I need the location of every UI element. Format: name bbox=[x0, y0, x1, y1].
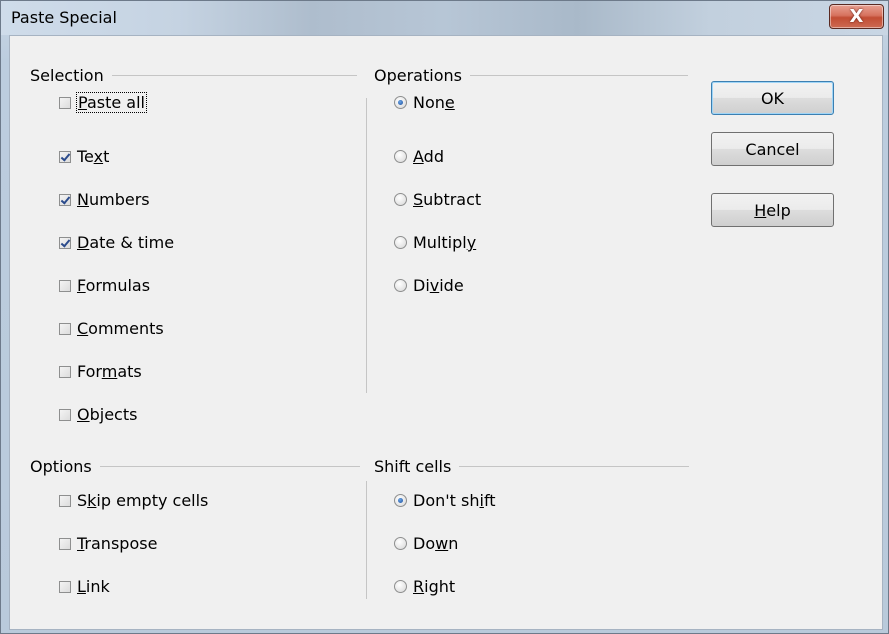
checkbox-label: Paste all bbox=[76, 92, 147, 113]
selection-divider bbox=[111, 75, 357, 76]
radio-button[interactable] bbox=[394, 193, 407, 206]
radio-label: Subtract bbox=[413, 190, 482, 209]
checkbox-formats[interactable]: Formats bbox=[59, 362, 142, 381]
radio-button[interactable] bbox=[394, 537, 407, 550]
checkbox-link[interactable]: Link bbox=[59, 577, 110, 596]
checkbox-box[interactable] bbox=[59, 96, 71, 109]
options-divider bbox=[99, 466, 360, 467]
checkbox-box[interactable] bbox=[59, 494, 71, 507]
radio-label: Add bbox=[413, 147, 444, 166]
checkbox-transpose[interactable]: Transpose bbox=[59, 534, 157, 553]
checkbox-date-time[interactable]: Date & time bbox=[59, 233, 174, 252]
shift-cells-title: Shift cells bbox=[374, 457, 452, 476]
ok-button[interactable]: OK bbox=[711, 81, 834, 115]
window-title: Paste Special bbox=[11, 8, 117, 27]
radio-label: Divide bbox=[413, 276, 464, 295]
radio-right[interactable]: Right bbox=[394, 577, 455, 596]
radio-button[interactable] bbox=[394, 150, 407, 163]
operations-divider bbox=[469, 75, 688, 76]
column-separator-lower bbox=[366, 481, 367, 599]
radio-multiply[interactable]: Multiply bbox=[394, 233, 476, 252]
radio-button[interactable] bbox=[394, 279, 407, 292]
radio-button[interactable] bbox=[394, 236, 407, 249]
help-button-label: Help bbox=[754, 200, 791, 220]
column-separator bbox=[366, 98, 367, 393]
checkbox-label: Link bbox=[77, 577, 110, 596]
dialog-content: Selection Paste all Text Numbers Date & … bbox=[9, 35, 883, 630]
radio-button[interactable] bbox=[394, 96, 407, 109]
help-button[interactable]: Help bbox=[711, 193, 834, 227]
checkbox-text[interactable]: Text bbox=[59, 147, 109, 166]
checkbox-numbers[interactable]: Numbers bbox=[59, 190, 150, 209]
radio-subtract[interactable]: Subtract bbox=[394, 190, 481, 209]
checkbox-box[interactable] bbox=[59, 537, 71, 550]
radio-none[interactable]: None bbox=[394, 93, 455, 112]
radio-add[interactable]: Add bbox=[394, 147, 444, 166]
checkbox-label: Text bbox=[77, 147, 110, 166]
checkbox-box[interactable] bbox=[59, 236, 71, 249]
close-button[interactable]: X bbox=[829, 4, 884, 29]
radio-button[interactable] bbox=[394, 494, 407, 507]
checkbox-box[interactable] bbox=[59, 580, 71, 593]
selection-title: Selection bbox=[30, 66, 104, 85]
checkbox-label: Formats bbox=[77, 362, 142, 381]
checkbox-box[interactable] bbox=[59, 322, 71, 335]
ok-button-label: OK bbox=[760, 88, 785, 108]
checkbox-label: Date & time bbox=[77, 233, 175, 252]
radio-label: Multiply bbox=[413, 233, 477, 252]
shift-cells-divider bbox=[459, 466, 690, 467]
cancel-button-label: Cancel bbox=[745, 139, 800, 159]
selection-group-title: Selection bbox=[30, 66, 357, 85]
checkbox-objects[interactable]: Objects bbox=[59, 405, 137, 424]
checkbox-label: Objects bbox=[77, 405, 138, 424]
radio-dont-shift[interactable]: Don't shift bbox=[394, 491, 496, 510]
checkbox-box[interactable] bbox=[59, 150, 71, 163]
radio-down[interactable]: Down bbox=[394, 534, 458, 553]
radio-label: Down bbox=[413, 534, 459, 553]
checkbox-box[interactable] bbox=[59, 193, 71, 206]
checkbox-skip-empty-cells[interactable]: Skip empty cells bbox=[59, 491, 208, 510]
checkbox-label: Numbers bbox=[77, 190, 150, 209]
close-icon: X bbox=[849, 6, 864, 27]
radio-button[interactable] bbox=[394, 580, 407, 593]
checkbox-comments[interactable]: Comments bbox=[59, 319, 164, 338]
operations-title: Operations bbox=[374, 66, 462, 85]
options-group-title: Options bbox=[30, 457, 360, 476]
radio-divide[interactable]: Divide bbox=[394, 276, 464, 295]
checkbox-formulas[interactable]: Formulas bbox=[59, 276, 150, 295]
checkbox-paste-all[interactable]: Paste all bbox=[59, 92, 147, 113]
title-bar[interactable]: Paste Special X bbox=[1, 1, 888, 35]
checkbox-box[interactable] bbox=[59, 365, 71, 378]
operations-group-title: Operations bbox=[374, 66, 688, 85]
checkbox-box[interactable] bbox=[59, 279, 71, 292]
checkbox-label: Formulas bbox=[77, 276, 151, 295]
shift-cells-group-title: Shift cells bbox=[374, 457, 690, 476]
options-title: Options bbox=[30, 457, 92, 476]
checkbox-box[interactable] bbox=[59, 408, 71, 421]
dialog-window: Paste Special X Selection Paste all Text… bbox=[0, 0, 889, 634]
radio-label: None bbox=[413, 93, 455, 112]
checkbox-label: Transpose bbox=[77, 534, 158, 553]
checkbox-label: Skip empty cells bbox=[77, 491, 209, 510]
radio-label: Right bbox=[413, 577, 456, 596]
cancel-button[interactable]: Cancel bbox=[711, 132, 834, 166]
radio-label: Don't shift bbox=[413, 491, 496, 510]
checkbox-label: Comments bbox=[77, 319, 164, 338]
